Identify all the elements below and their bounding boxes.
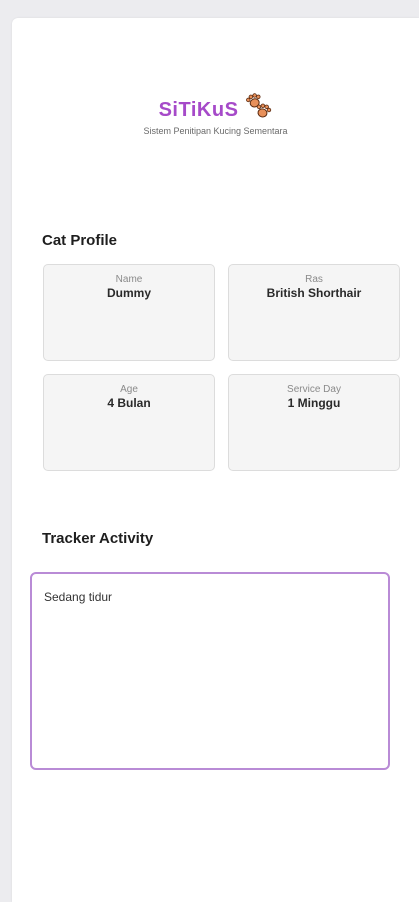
cat-profile-heading: Cat Profile [42, 232, 118, 249]
brand-title: SiTiKuS [158, 98, 239, 121]
card-label: Service Day [287, 384, 341, 395]
cat-breed-card: Ras British Shorthair [228, 264, 400, 361]
service-day-card: Service Day 1 Minggu [228, 374, 400, 471]
card-label: Name [115, 274, 143, 285]
tracker-activity-heading: Tracker Activity [42, 530, 154, 547]
tracker-activity-textarea[interactable]: Sedang tidur [30, 572, 390, 770]
card-value: British Shorthair [266, 286, 362, 300]
card-value: 1 Minggu [287, 396, 341, 410]
paw-icon [246, 93, 272, 118]
cat-age-card: Age 4 Bulan [43, 374, 215, 471]
card-label: Age [120, 384, 138, 395]
card-value: 4 Bulan [107, 396, 151, 410]
card-value: Dummy [106, 286, 151, 300]
card-label: Ras [305, 274, 323, 285]
brand-subtitle: Sistem Penitipan Kucing Sementara [143, 126, 288, 136]
brand-header: SiTiKuS Sistem Penitipan Kucing Sementar… [12, 93, 419, 136]
brand-row: SiTiKuS [158, 93, 273, 124]
cat-name-card: Name Dummy [43, 264, 215, 361]
